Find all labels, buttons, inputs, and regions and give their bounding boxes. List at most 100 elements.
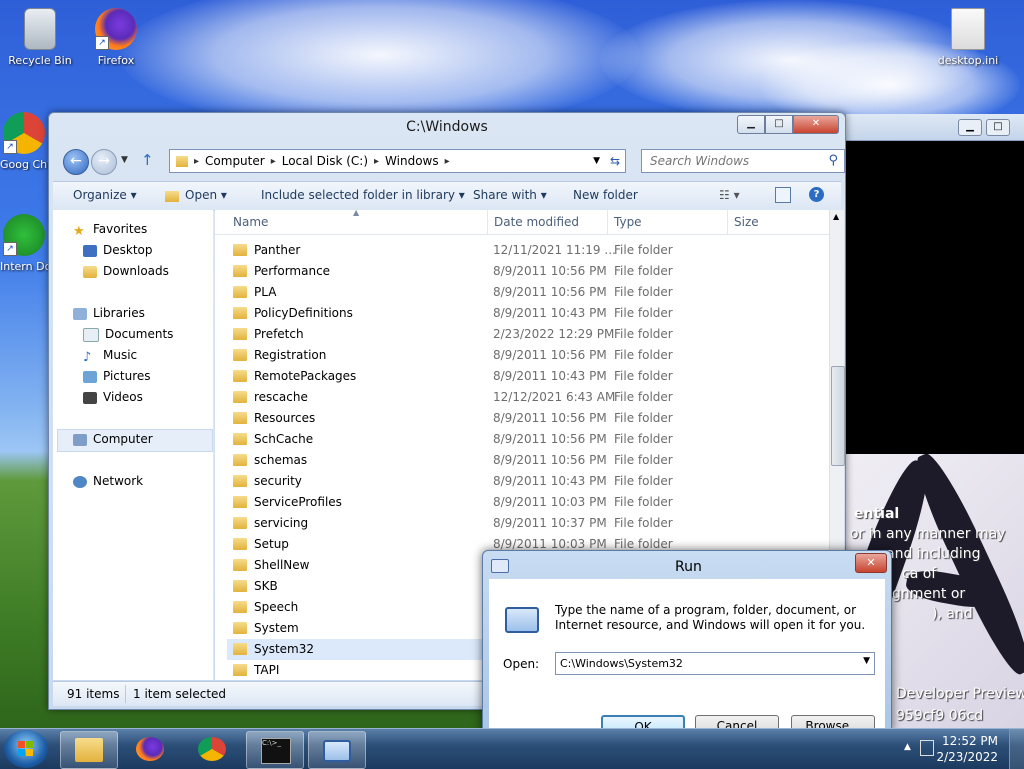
nav-computer[interactable]: Computer xyxy=(73,432,153,446)
search-input[interactable] xyxy=(648,150,822,172)
console-minimize-button[interactable]: ▁ xyxy=(958,119,982,136)
nav-desktop[interactable]: Desktop xyxy=(83,243,153,257)
open-combobox[interactable]: ▼ xyxy=(555,652,875,675)
show-desktop-button[interactable] xyxy=(1009,729,1024,769)
nav-music[interactable]: ♪ Music xyxy=(83,348,137,365)
file-row[interactable]: servicing 8/9/2011 10:37 PM File folder xyxy=(227,513,827,534)
nav-pictures[interactable]: Pictures xyxy=(83,369,151,383)
help-icon[interactable]: ? xyxy=(809,187,824,202)
folder-icon xyxy=(233,538,247,550)
file-row[interactable]: Registration 8/9/2011 10:56 PM File folder xyxy=(227,345,827,366)
file-row[interactable]: rescache 12/12/2021 6:43 AM File folder xyxy=(227,387,827,408)
network-tray-icon[interactable] xyxy=(920,740,934,756)
wallpaper-text-line: or in any manner may xyxy=(850,526,1006,542)
preview-pane-icon[interactable] xyxy=(775,187,791,203)
change-view-icon[interactable]: ☷ ▾ xyxy=(719,188,740,202)
include-in-library-button[interactable]: Include selected folder in library ▾ xyxy=(261,188,465,202)
console-window[interactable]: ▁ □ xyxy=(846,114,1024,454)
start-button[interactable] xyxy=(4,730,48,768)
column-name[interactable]: Name xyxy=(233,215,268,229)
settings-file-icon xyxy=(951,8,985,50)
file-row[interactable]: Panther 12/11/2021 11:19 ... File folder xyxy=(227,240,827,261)
new-folder-button[interactable]: New folder xyxy=(573,188,638,202)
file-row[interactable]: PolicyDefinitions 8/9/2011 10:43 PM File f… xyxy=(227,303,827,324)
file-row[interactable]: security 8/9/2011 10:43 PM File folder xyxy=(227,471,827,492)
file-row[interactable]: Performance 8/9/2011 10:56 PM File folder xyxy=(227,261,827,282)
file-date-modified: 8/9/2011 10:56 PM xyxy=(493,432,607,446)
computer-icon xyxy=(73,433,87,446)
file-date-modified: 2/23/2022 12:29 PM xyxy=(493,327,615,341)
nav-network-label: Network xyxy=(93,474,144,488)
column-type[interactable]: Type xyxy=(614,215,642,229)
folder-icon xyxy=(233,601,247,613)
file-row[interactable]: ServiceProfiles 8/9/2011 10:03 PM File fol… xyxy=(227,492,827,513)
search-icon[interactable]: ⚲ xyxy=(828,153,838,168)
status-divider xyxy=(125,685,126,703)
breadcrumb-windows[interactable]: Windows xyxy=(385,154,439,168)
forward-button[interactable]: → xyxy=(91,149,117,175)
breadcrumb-local-disk[interactable]: Local Disk (C:) xyxy=(282,154,368,168)
close-button[interactable]: ✕ xyxy=(793,115,839,134)
run-dialog[interactable]: Run ✕ Type the name of a program, folder… xyxy=(482,550,892,737)
console-maximize-button[interactable]: □ xyxy=(986,119,1010,136)
scroll-up-icon[interactable]: ▲ xyxy=(833,212,839,221)
firefox-desktop-icon[interactable]: ↗ Firefox xyxy=(80,8,152,67)
console-title-bar[interactable]: ▁ □ xyxy=(846,114,1024,141)
back-button[interactable]: ← xyxy=(63,149,89,175)
scrollbar-thumb[interactable] xyxy=(831,366,845,466)
nav-documents[interactable]: Documents xyxy=(83,327,173,342)
run-close-button[interactable]: ✕ xyxy=(855,553,887,573)
taskbar-firefox-button[interactable] xyxy=(122,731,178,767)
open-button[interactable]: Open ▾ xyxy=(185,188,227,202)
up-arrow-icon[interactable]: ↑ xyxy=(141,151,154,169)
search-box[interactable]: ⚲ xyxy=(641,149,845,173)
clock-time[interactable]: 12:52 PM xyxy=(942,734,998,748)
taskbar-cmd-button[interactable]: C:\>_ xyxy=(246,731,304,769)
open-input[interactable] xyxy=(556,653,858,674)
recycle-bin-desktop-icon[interactable]: Recycle Bin xyxy=(4,8,76,67)
desktop-ini-desktop-icon[interactable]: desktop.ini xyxy=(932,8,1004,67)
column-size[interactable]: Size xyxy=(734,215,759,229)
nav-favorites[interactable]: ★ Favorites xyxy=(73,222,147,239)
folder-icon xyxy=(233,349,247,361)
breadcrumb-separator-icon: ▸ xyxy=(194,155,200,167)
organize-button[interactable]: Organize ▾ xyxy=(73,188,137,202)
internet-download-manager-desktop-icon[interactable]: ↗ Intern Downl xyxy=(0,214,48,273)
maximize-button[interactable]: □ xyxy=(765,115,793,134)
folder-icon xyxy=(233,265,247,277)
file-type: File folder xyxy=(614,285,673,299)
file-type: File folder xyxy=(614,432,673,446)
refresh-icon: ⇆ xyxy=(609,154,621,168)
wallpaper-text-line: Developer Preview xyxy=(896,686,1024,702)
nav-network[interactable]: Network xyxy=(73,474,143,488)
refresh-button[interactable]: ⇆ xyxy=(605,149,626,173)
nav-downloads[interactable]: Downloads xyxy=(83,264,169,278)
nav-videos[interactable]: Videos xyxy=(83,390,143,404)
clock-date[interactable]: 2/23/2022 xyxy=(936,750,998,764)
taskbar-chrome-button[interactable] xyxy=(184,731,240,767)
address-bar[interactable]: ▸ Computer ▸ Local Disk (C:) ▸ Windows ▸… xyxy=(169,149,607,173)
file-name: System xyxy=(254,621,299,635)
shortcut-arrow-icon: ↗ xyxy=(95,36,109,50)
open-dropdown-icon[interactable]: ▼ xyxy=(863,656,870,666)
chrome-desktop-icon[interactable]: ↗ Goog Chron xyxy=(0,112,48,171)
file-row[interactable]: SchCache 8/9/2011 10:56 PM File folder xyxy=(227,429,827,450)
share-with-button[interactable]: Share with ▾ xyxy=(473,188,547,202)
address-dropdown-icon[interactable]: ▼ xyxy=(593,156,600,166)
taskbar-explorer-button[interactable] xyxy=(60,731,118,769)
file-name: Setup xyxy=(254,537,289,551)
nav-libraries[interactable]: Libraries xyxy=(73,306,145,320)
file-row[interactable]: RemotePackages 8/9/2011 10:43 PM File fold… xyxy=(227,366,827,387)
file-row[interactable]: PLA 8/9/2011 10:56 PM File folder xyxy=(227,282,827,303)
file-row[interactable]: Resources 8/9/2011 10:56 PM File folder xyxy=(227,408,827,429)
taskbar-run-button[interactable] xyxy=(308,731,366,769)
breadcrumb-computer[interactable]: Computer xyxy=(205,154,265,168)
column-date-modified[interactable]: Date modified xyxy=(494,215,579,229)
minimize-button[interactable]: ▁ xyxy=(737,115,765,134)
command-bar: Organize ▾ Open ▾ Include selected folde… xyxy=(53,181,841,211)
file-row[interactable]: schemas 8/9/2011 10:56 PM File folder xyxy=(227,450,827,471)
file-row[interactable]: Prefetch 2/23/2022 12:29 PM File folder xyxy=(227,324,827,345)
show-hidden-icons-icon[interactable]: ▲ xyxy=(904,742,911,752)
folder-icon xyxy=(233,475,247,487)
recent-pages-dropdown[interactable]: ▼ xyxy=(121,155,128,165)
